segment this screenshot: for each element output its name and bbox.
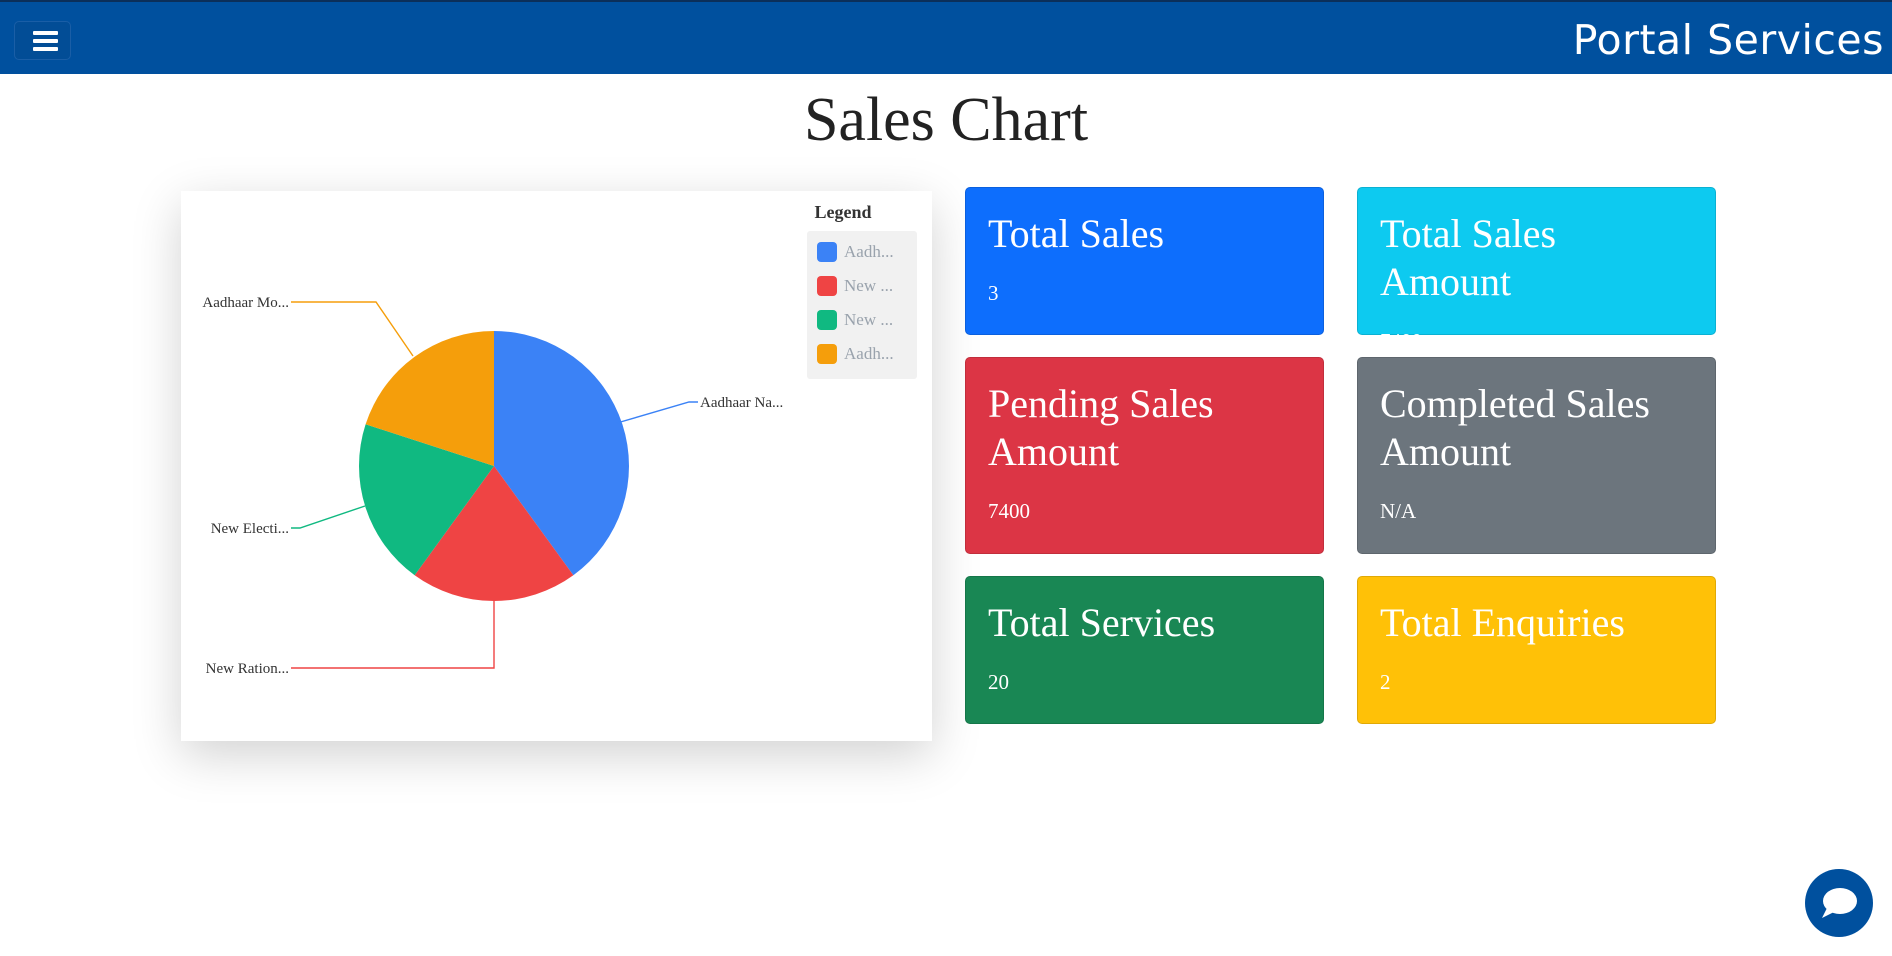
chat-bubble-icon (1822, 888, 1857, 918)
total-sales-card: Total Sales 3 (965, 187, 1324, 335)
legend-item[interactable]: New ... (817, 275, 913, 297)
legend-label: New ... (844, 310, 894, 329)
legend-swatch (817, 344, 837, 364)
label-leader-line (616, 401, 698, 424)
label-leader-line (291, 601, 495, 669)
chart-legend: Aadh... New ... New ... Aadh... (807, 231, 917, 379)
card-value: N/A (1380, 499, 1417, 523)
legend-label: Aadh... (844, 344, 894, 363)
sales-chart-card: Aadhaar Na... New Ration... New Electi... A… (181, 191, 932, 741)
label-leader-line (291, 301, 414, 357)
card-value: 20 (988, 670, 1009, 694)
slice-label: Aadhaar Na... (700, 395, 783, 411)
total-enquiries-card: Total Enquiries 2 (1357, 576, 1716, 724)
card-title: Pending Sales Amount (988, 381, 1214, 474)
label-leader-line (291, 505, 366, 529)
legend-swatch (817, 242, 837, 262)
legend-label: New ... (844, 276, 894, 295)
legend-swatch (817, 310, 837, 330)
legend-item[interactable]: Aadh... (817, 241, 913, 263)
card-value: 7400 (1380, 329, 1422, 353)
card-value: 7400 (988, 499, 1030, 523)
legend-item[interactable]: New ... (817, 309, 913, 331)
top-navbar: Portal Services (0, 0, 1892, 74)
page-title: Sales Chart (803, 86, 1089, 154)
completed-sales-amount-card: Completed Sales Amount N/A (1357, 357, 1716, 554)
slice-label: New Electi... (211, 521, 289, 537)
card-title: Total Enquiries (1380, 600, 1625, 645)
slice-label: Aadhaar Mo... (202, 295, 289, 311)
legend-item[interactable]: Aadh... (817, 343, 913, 365)
menu-toggle-button[interactable] (14, 21, 71, 60)
brand-title[interactable]: Portal Services (1573, 12, 1884, 68)
card-value: 2 (1380, 670, 1391, 694)
legend-title: Legend (814, 202, 872, 222)
card-title: Completed Sales Amount (1380, 381, 1650, 474)
pending-sales-amount-card: Pending Sales Amount 7400 (965, 357, 1324, 554)
legend-swatch (817, 276, 837, 296)
slice-label: New Ration... (206, 661, 289, 677)
card-title: Total Sales (988, 211, 1165, 256)
total-services-card: Total Services 20 (965, 576, 1324, 724)
chat-button[interactable] (1805, 869, 1873, 937)
legend-label: Aadh... (844, 242, 894, 261)
card-value: 3 (988, 281, 999, 305)
card-title: Total Sales Amount (1380, 211, 1557, 304)
card-title: Total Services (988, 600, 1216, 645)
total-sales-amount-card: Total Sales Amount 7400 (1357, 187, 1716, 353)
